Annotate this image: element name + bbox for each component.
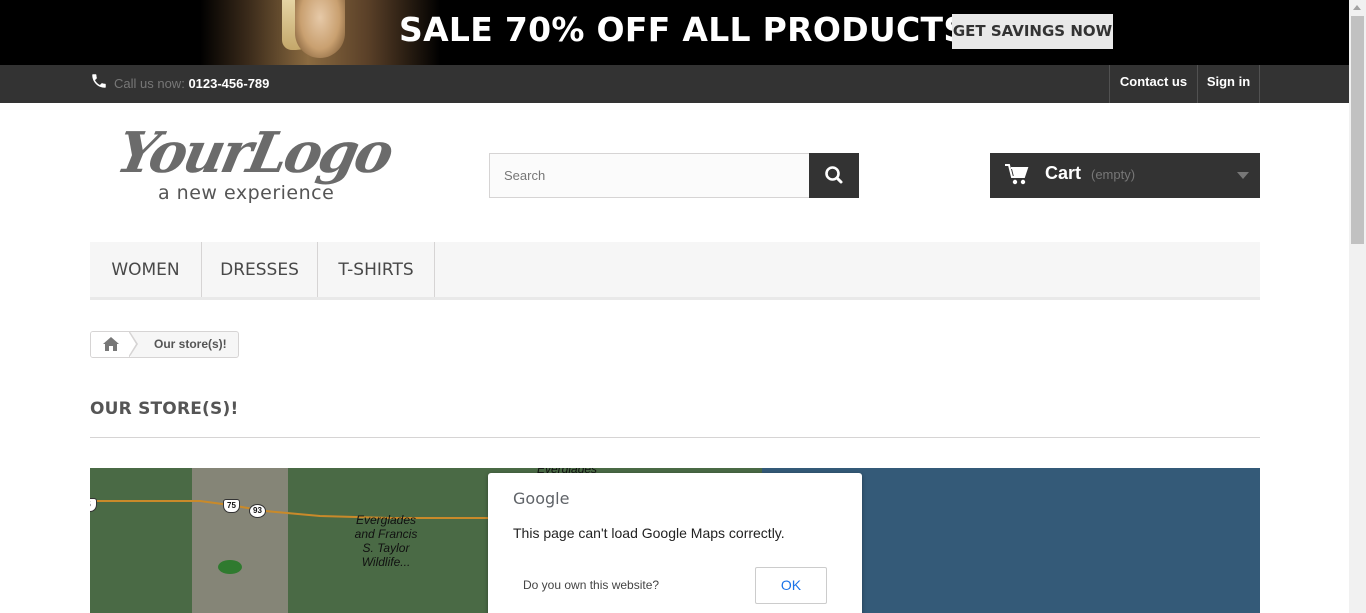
phone-icon [92, 74, 106, 88]
cart-label: Cart [1045, 163, 1082, 183]
chevron-down-icon [1237, 172, 1249, 179]
top-nav-bar: Call us now: 0123-456-789 Contact us Sig… [0, 65, 1349, 103]
menu-item-women[interactable]: WOMEN [90, 242, 202, 297]
scrollbar-thumb[interactable] [1351, 16, 1364, 244]
call-us-text: Call us now: 0123-456-789 [114, 76, 269, 91]
promo-banner[interactable]: SALE 70% OFF ALL PRODUCTS GET SAVINGS NO… [0, 0, 1349, 65]
banner-headline: SALE 70% OFF ALL PRODUCTS [399, 10, 968, 49]
ok-button[interactable]: OK [755, 567, 827, 604]
home-icon [103, 337, 119, 351]
map-place-label: Everglades and Francis S. Taylor Wildlife..… [342, 513, 430, 569]
cart-icon [1005, 164, 1029, 185]
search-icon [825, 166, 843, 184]
own-website-link[interactable]: Do you own this website? [523, 578, 659, 592]
map-urban-area [192, 468, 288, 613]
route-75-shield: 75 [223, 499, 240, 513]
banner-model-face [295, 0, 345, 58]
phone-number: 0123-456-789 [188, 76, 270, 91]
breadcrumb: Our store(s)! [90, 331, 239, 358]
call-label: Call us now: [114, 76, 185, 91]
get-savings-button[interactable]: GET SAVINGS NOW [952, 14, 1113, 49]
map-label-line: S. Taylor [362, 541, 410, 555]
sign-in-link[interactable]: Sign in [1197, 65, 1260, 103]
maps-error-message: This page can't load Google Maps correct… [513, 525, 785, 541]
page-scrollbar[interactable] [1349, 0, 1366, 613]
search-input[interactable] [489, 153, 810, 198]
cart-button[interactable]: Cart (empty) [990, 153, 1260, 198]
menu-item-t-shirts[interactable]: T-SHIRTS [318, 242, 435, 297]
store-logo[interactable]: YourLogo a new experience [108, 120, 408, 212]
breadcrumb-separator-inner [128, 332, 136, 357]
route-93-shield: 93 [249, 504, 266, 518]
breadcrumb-current: Our store(s)! [154, 337, 227, 351]
map-label-line: Everglades [355, 513, 417, 527]
page-title: OUR STORE(S)! [90, 399, 239, 419]
main-menu: WOMEN DRESSES T-SHIRTS [90, 242, 1260, 300]
maps-error-dialog: Google This page can't load Google Maps … [488, 473, 862, 613]
search-button[interactable] [809, 153, 859, 198]
map-park-marker [218, 560, 242, 574]
logo-script: YourLogo [110, 120, 397, 186]
page: SALE 70% OFF ALL PRODUCTS GET SAVINGS NO… [0, 0, 1366, 613]
map-label-line: and Francis [354, 527, 418, 541]
heading-divider [90, 437, 1260, 438]
scroll-up-arrow-icon[interactable] [1353, 5, 1361, 10]
map-label-line: Wildlife... [361, 555, 411, 569]
map-road [90, 500, 510, 519]
google-brand: Google [513, 489, 570, 508]
logo-tagline: a new experience [158, 182, 335, 204]
cart-status: (empty) [1091, 167, 1136, 182]
breadcrumb-home-link[interactable] [91, 332, 131, 357]
menu-item-dresses[interactable]: DRESSES [202, 242, 318, 297]
contact-us-link[interactable]: Contact us [1109, 65, 1197, 103]
